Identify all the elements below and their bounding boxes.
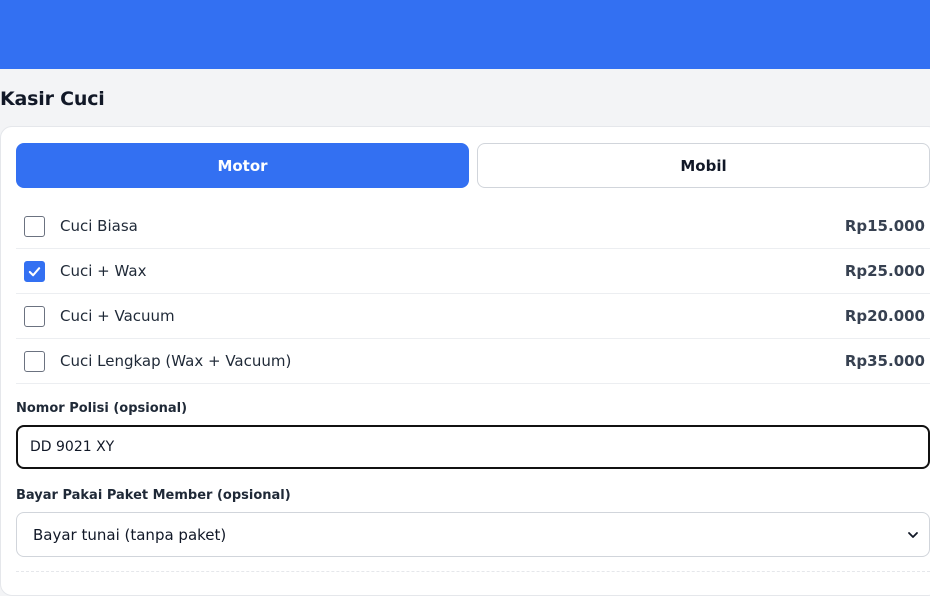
member-package-label: Bayar Pakai Paket Member (opsional)	[16, 488, 291, 503]
service-checkbox[interactable]	[24, 260, 45, 282]
member-package-select[interactable]: Bayar tunai (tanpa paket)	[16, 512, 930, 557]
service-name: Cuci + Vacuum	[60, 307, 175, 325]
plate-number-input[interactable]	[16, 425, 930, 469]
service-item-cuci-lengkap[interactable]: Cuci Lengkap (Wax + Vacuum) Rp35.000	[16, 339, 930, 384]
service-price: Rp15.000	[844, 217, 925, 235]
tab-mobil-label: Mobil	[680, 156, 727, 175]
service-price: Rp20.000	[844, 307, 925, 325]
service-checkbox[interactable]	[24, 305, 45, 327]
plate-number-label: Nomor Polisi (opsional)	[16, 401, 188, 416]
tab-motor[interactable]: Motor	[16, 143, 469, 188]
service-item-cuci-wax[interactable]: Cuci + Wax Rp25.000	[16, 249, 930, 294]
tab-mobil[interactable]: Mobil	[477, 143, 930, 188]
service-name: Cuci Biasa	[60, 217, 138, 235]
member-package-selected: Bayar tunai (tanpa paket)	[33, 525, 227, 544]
service-checkbox[interactable]	[24, 215, 45, 237]
service-item-cuci-vacuum[interactable]: Cuci + Vacuum Rp20.000	[16, 294, 930, 339]
page-title: Kasir Cuci	[0, 88, 105, 110]
service-item-cuci-biasa[interactable]: Cuci Biasa Rp15.000	[16, 204, 930, 249]
check-icon	[28, 266, 41, 276]
top-bar	[0, 0, 930, 69]
service-price: Rp25.000	[844, 262, 925, 280]
chevron-down-icon	[908, 531, 918, 538]
service-checkbox[interactable]	[24, 350, 45, 372]
service-price: Rp35.000	[844, 352, 925, 370]
service-name: Cuci + Wax	[60, 262, 147, 280]
section-divider	[16, 571, 930, 572]
tab-motor-label: Motor	[217, 156, 268, 175]
service-list: Cuci Biasa Rp15.000 Cuci + Wax Rp25.000 …	[16, 204, 930, 384]
service-name: Cuci Lengkap (Wax + Vacuum)	[60, 352, 292, 370]
